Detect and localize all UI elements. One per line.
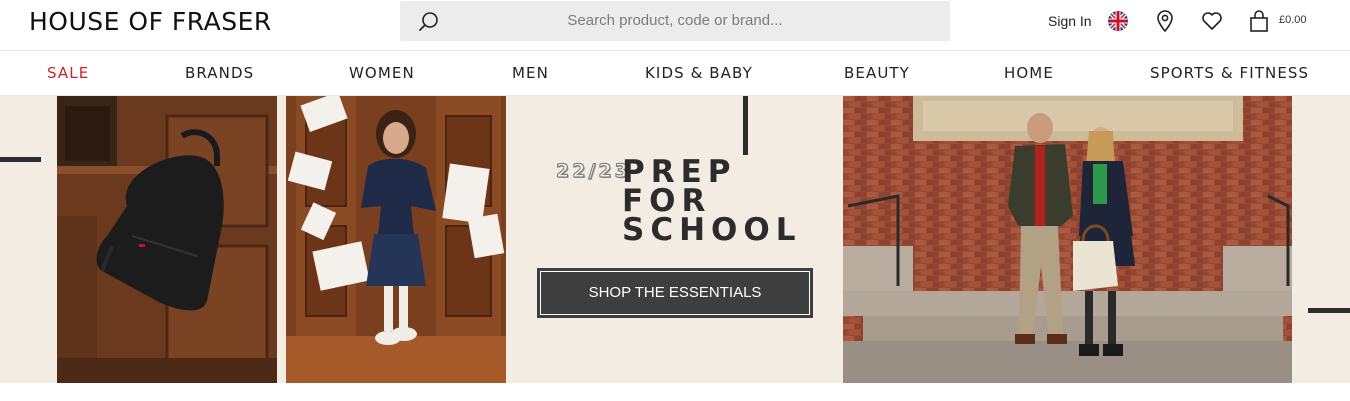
site-header: HOUSE OF FRASER Search product, code or … <box>0 0 1350 50</box>
decorative-dash <box>0 157 41 162</box>
girl-school-uniform-photo <box>286 96 506 383</box>
main-navigation: SALE BRANDS WOMEN MEN KIDS & BABY BEAUTY… <box>0 50 1350 96</box>
hero-banner[interactable]: 22/23 PREP FOR SCHOOL SHOP THE ESSENTIAL… <box>0 96 1350 383</box>
location-pin-icon[interactable] <box>1153 9 1177 33</box>
season-label: 22/23 <box>556 160 631 183</box>
nav-item-men[interactable]: MEN <box>512 64 549 82</box>
backpack-photo <box>57 96 277 383</box>
hero-headline: PREP FOR SCHOOL <box>622 157 802 248</box>
sign-in-link[interactable]: Sign In <box>1048 13 1092 29</box>
nav-item-home[interactable]: HOME <box>1004 64 1054 82</box>
search-bar[interactable]: Search product, code or brand... <box>400 1 950 41</box>
search-input[interactable]: Search product, code or brand... <box>400 12 950 29</box>
bag-total[interactable]: £0.00 <box>1279 14 1307 26</box>
site-logo[interactable]: HOUSE OF FRASER <box>29 7 272 36</box>
decorative-dash <box>1308 308 1350 313</box>
nav-item-women[interactable]: WOMEN <box>349 64 415 82</box>
couple-brick-wall-photo <box>843 96 1292 383</box>
uk-flag-icon[interactable] <box>1108 11 1128 31</box>
nav-item-beauty[interactable]: BEAUTY <box>844 64 910 82</box>
shopping-bag-icon[interactable] <box>1247 9 1271 33</box>
nav-item-kids-baby[interactable]: KIDS & BABY <box>645 64 753 82</box>
nav-item-brands[interactable]: BRANDS <box>185 64 254 82</box>
heart-icon[interactable] <box>1200 9 1224 33</box>
nav-item-sale[interactable]: SALE <box>47 64 89 82</box>
decorative-line <box>743 96 748 155</box>
shop-the-essentials-button[interactable]: SHOP THE ESSENTIALS <box>537 268 813 318</box>
headline-line: SCHOOL <box>622 212 802 248</box>
nav-item-sports-fitness[interactable]: SPORTS & FITNESS <box>1150 64 1309 82</box>
